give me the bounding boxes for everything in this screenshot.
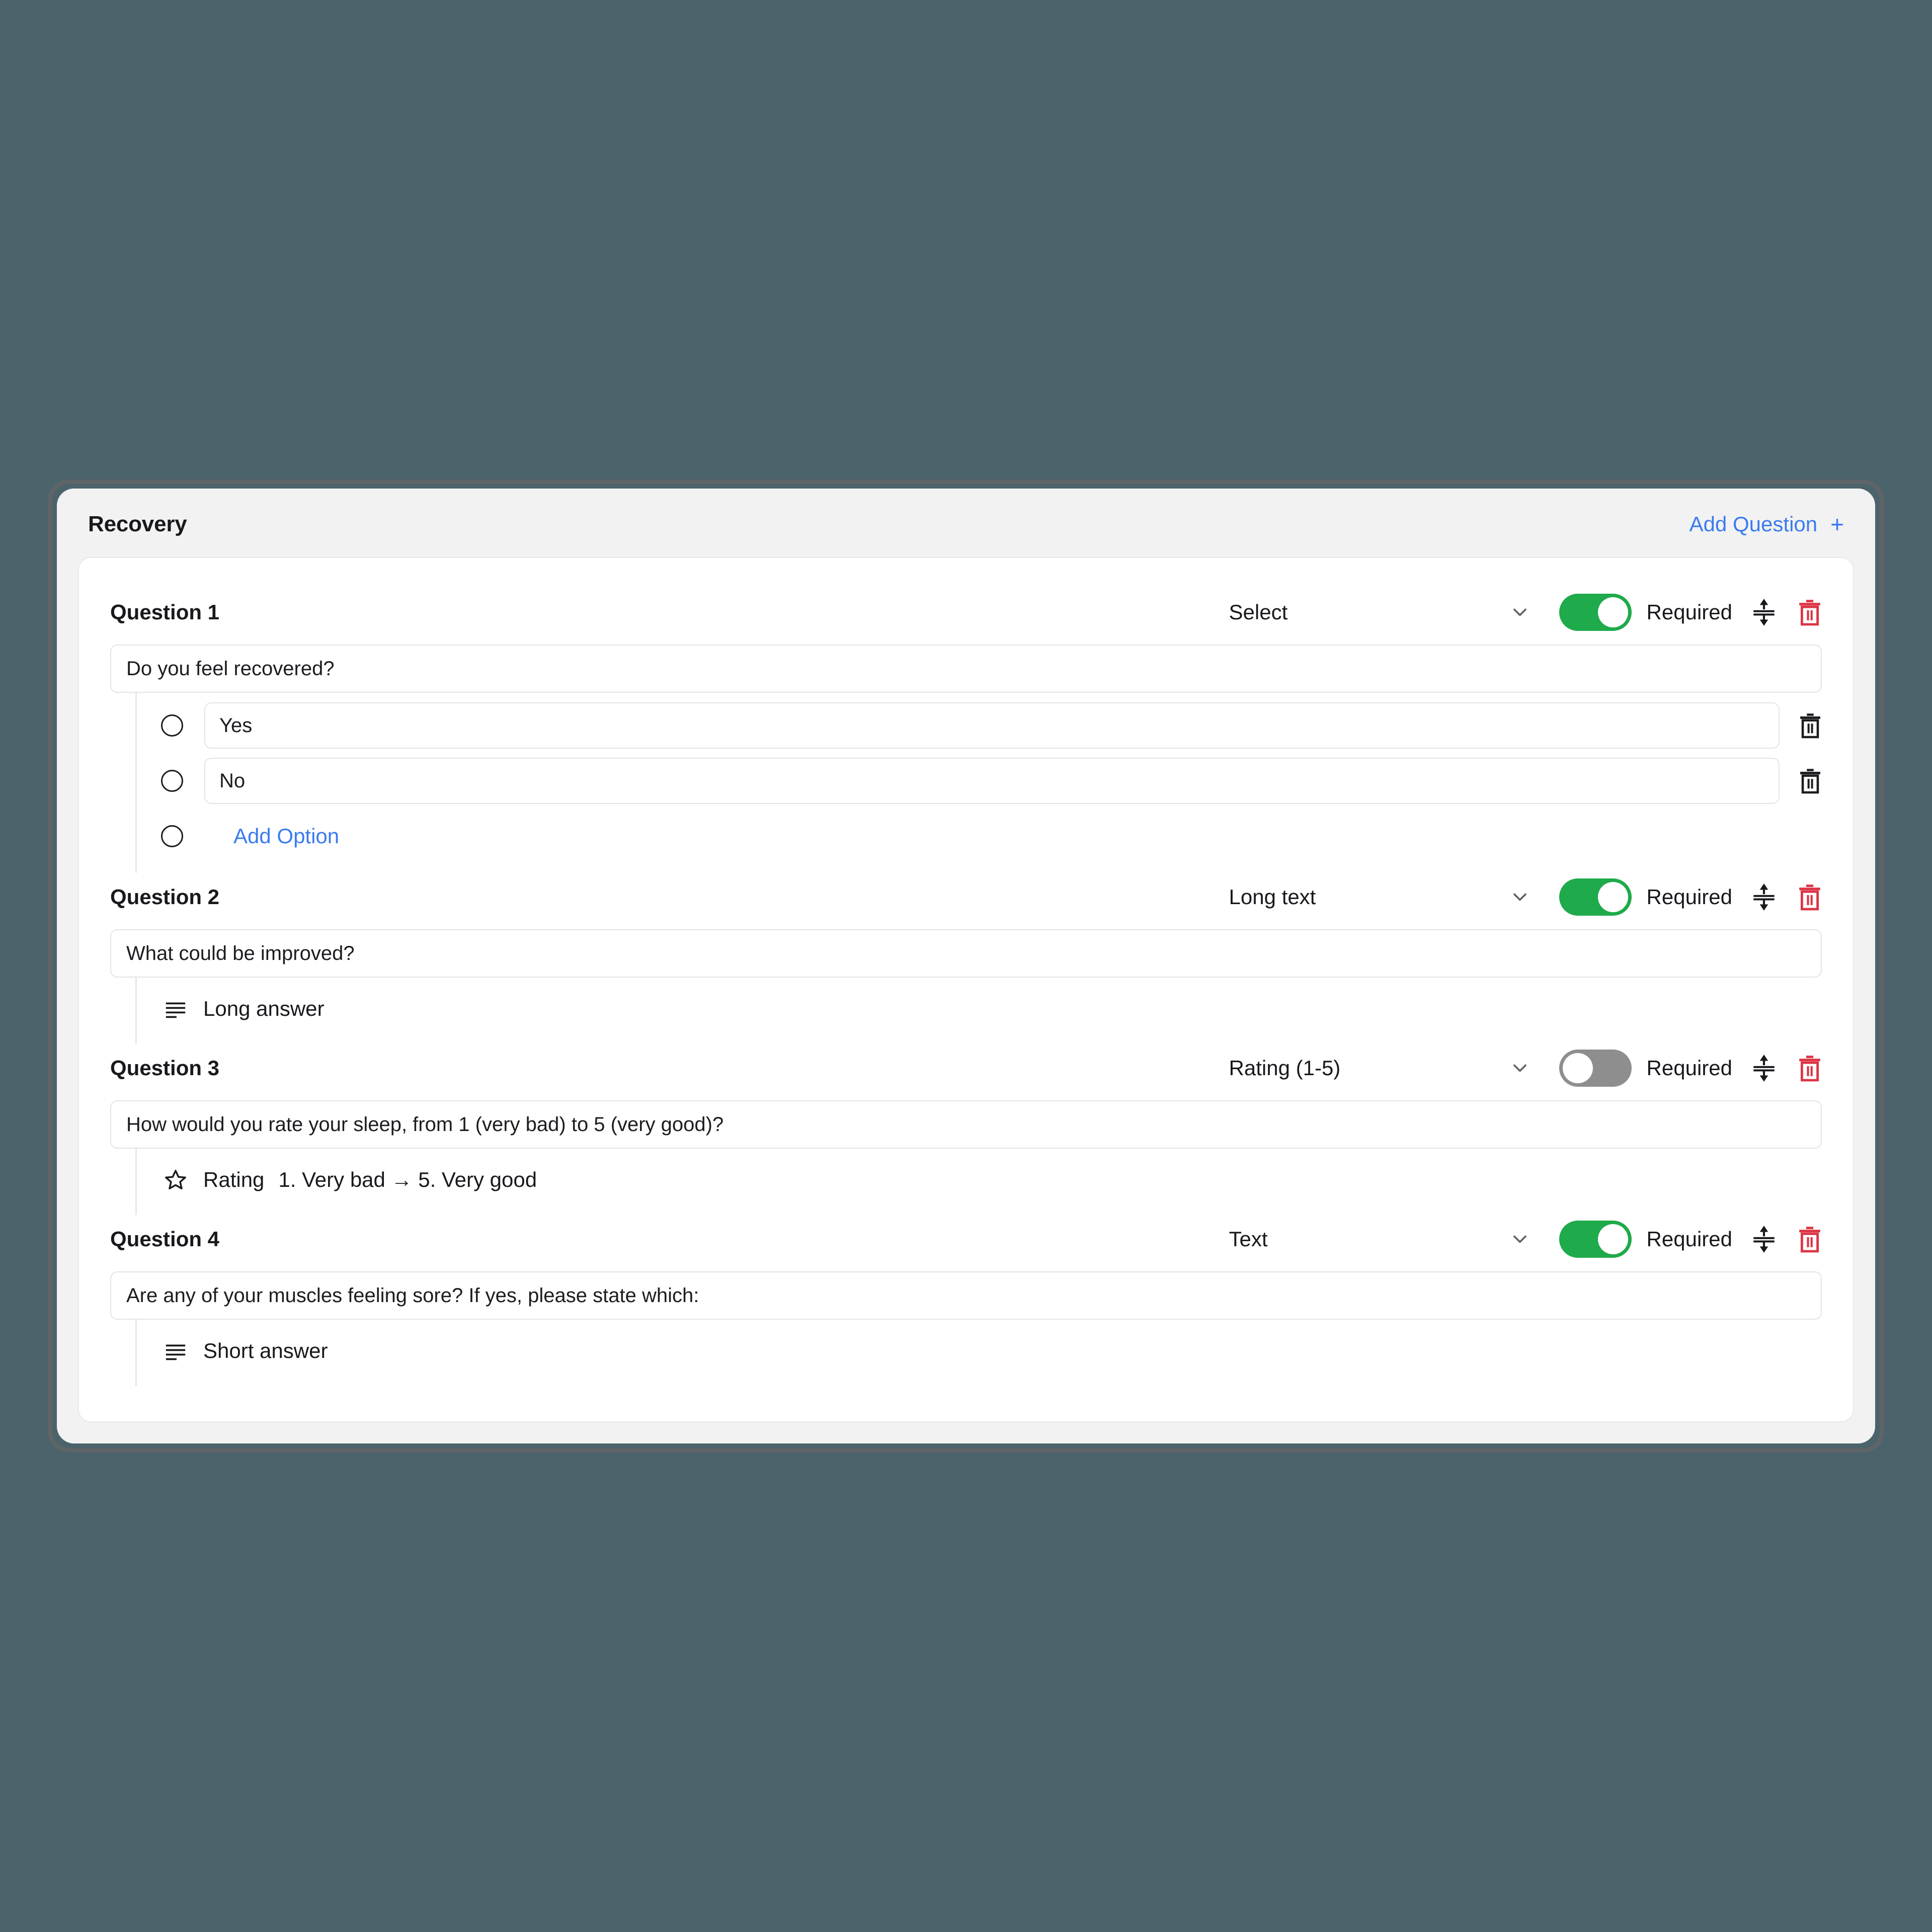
question-controls: Select Required [1229, 594, 1822, 631]
question-text-input[interactable] [110, 645, 1822, 693]
question-type-value: Rating (1-5) [1229, 1056, 1341, 1080]
answer-preview: Short answer [161, 1325, 1822, 1377]
page-background: Recovery Add Question + Question 1 Selec… [0, 0, 1932, 1932]
reorder-vertical-icon[interactable] [1751, 1054, 1777, 1083]
trash-icon[interactable] [1798, 1225, 1822, 1253]
required-label: Required [1646, 1056, 1732, 1080]
question-block: Question 2 Long text Required What could… [110, 873, 1822, 1044]
reorder-vertical-icon[interactable] [1751, 598, 1777, 627]
trash-icon[interactable] [1799, 767, 1822, 794]
toggle-knob [1597, 882, 1628, 912]
option-text-input[interactable] [204, 758, 1780, 804]
add-question-button[interactable]: Add Question + [1689, 512, 1844, 536]
question-label: Question 3 [110, 1056, 220, 1080]
required-label: Required [1646, 600, 1732, 624]
required-toggle[interactable] [1559, 1050, 1632, 1087]
questions-panel: Question 1 Select Required Do you feel r… [78, 557, 1854, 1422]
question-controls: Long text Required [1229, 878, 1822, 916]
question-header: Question 2 Long text Required [110, 873, 1822, 921]
question-header: Question 1 Select Required [110, 588, 1822, 636]
question-type-select[interactable]: Rating (1-5) [1229, 1056, 1531, 1080]
chevron-down-icon [1513, 1064, 1526, 1072]
question-type-value: Long text [1229, 885, 1316, 909]
answer-preview-label: Rating [203, 1168, 265, 1191]
question-type-select[interactable]: Long text [1229, 885, 1531, 909]
required-toggle[interactable] [1559, 878, 1632, 916]
question-header: Question 4 Text Required [110, 1215, 1822, 1263]
star-icon [165, 1170, 186, 1189]
text-lines-icon [166, 1344, 186, 1360]
question-label: Question 1 [110, 600, 220, 624]
chevron-down-icon [1513, 893, 1526, 901]
question-body: Rating 1. Very bad → 5. Very good [135, 1149, 1822, 1215]
plus-icon: + [1830, 511, 1844, 537]
text-lines-icon [166, 1002, 186, 1018]
toggle-knob [1597, 1224, 1628, 1254]
question-type-value: Text [1229, 1227, 1268, 1251]
chevron-down-icon [1513, 608, 1526, 616]
question-controls: Rating (1-5) Required [1229, 1050, 1822, 1087]
question-label: Question 2 [110, 885, 220, 909]
required-label: Required [1646, 1227, 1732, 1251]
question-block: Question 4 Text Required Are any of your… [110, 1215, 1822, 1386]
question-block: Question 3 Rating (1-5) Required How wou… [110, 1044, 1822, 1215]
trash-icon[interactable] [1798, 1054, 1822, 1082]
answer-preview-label: Long answer [203, 997, 325, 1020]
required-label: Required [1646, 885, 1732, 909]
add-option-link[interactable]: Add Option [233, 824, 339, 848]
question-block: Question 1 Select Required Do you feel r… [110, 588, 1822, 873]
answer-preview-label: Short answer [203, 1339, 328, 1362]
question-body: Long answer [135, 978, 1822, 1044]
reorder-vertical-icon[interactable] [1751, 1225, 1777, 1254]
option-row [161, 753, 1822, 809]
reorder-vertical-icon[interactable] [1751, 882, 1777, 912]
answer-preview: Rating 1. Very bad → 5. Very good [161, 1154, 1822, 1206]
question-text-input[interactable] [110, 1100, 1822, 1149]
question-type-value: Select [1229, 600, 1288, 624]
required-toggle[interactable] [1559, 1221, 1632, 1258]
radio-circle-icon[interactable] [161, 714, 183, 737]
question-body: Add Option [135, 693, 1822, 873]
question-controls: Text Required [1229, 1221, 1822, 1258]
question-text-input[interactable] [110, 929, 1822, 978]
trash-icon[interactable] [1798, 598, 1822, 626]
question-label: Question 4 [110, 1227, 220, 1251]
card-header: Recovery Add Question + [57, 489, 1875, 557]
trash-icon[interactable] [1799, 712, 1822, 739]
add-option-row[interactable]: Add Option [161, 809, 1822, 864]
option-row [161, 698, 1822, 753]
window-frame: Recovery Add Question + Question 1 Selec… [48, 479, 1884, 1453]
add-question-label: Add Question [1689, 512, 1818, 536]
required-toggle[interactable] [1559, 594, 1632, 631]
option-text-input[interactable] [204, 702, 1780, 749]
toggle-knob [1562, 1053, 1593, 1083]
radio-circle-icon[interactable] [161, 770, 183, 792]
question-body: Short answer [135, 1320, 1822, 1386]
question-header: Question 3 Rating (1-5) Required [110, 1044, 1822, 1092]
question-text-input[interactable] [110, 1271, 1822, 1320]
page-title: Recovery [88, 512, 187, 536]
chevron-down-icon [1513, 1235, 1526, 1243]
answer-preview: Long answer [161, 983, 1822, 1035]
radio-circle-icon [161, 825, 183, 847]
recovery-card: Recovery Add Question + Question 1 Selec… [57, 489, 1875, 1443]
question-type-select[interactable]: Text [1229, 1227, 1531, 1251]
rating-range-label: 1. Very bad → 5. Very good [278, 1168, 537, 1191]
question-type-select[interactable]: Select [1229, 600, 1531, 624]
trash-icon[interactable] [1798, 883, 1822, 911]
toggle-knob [1597, 597, 1628, 627]
